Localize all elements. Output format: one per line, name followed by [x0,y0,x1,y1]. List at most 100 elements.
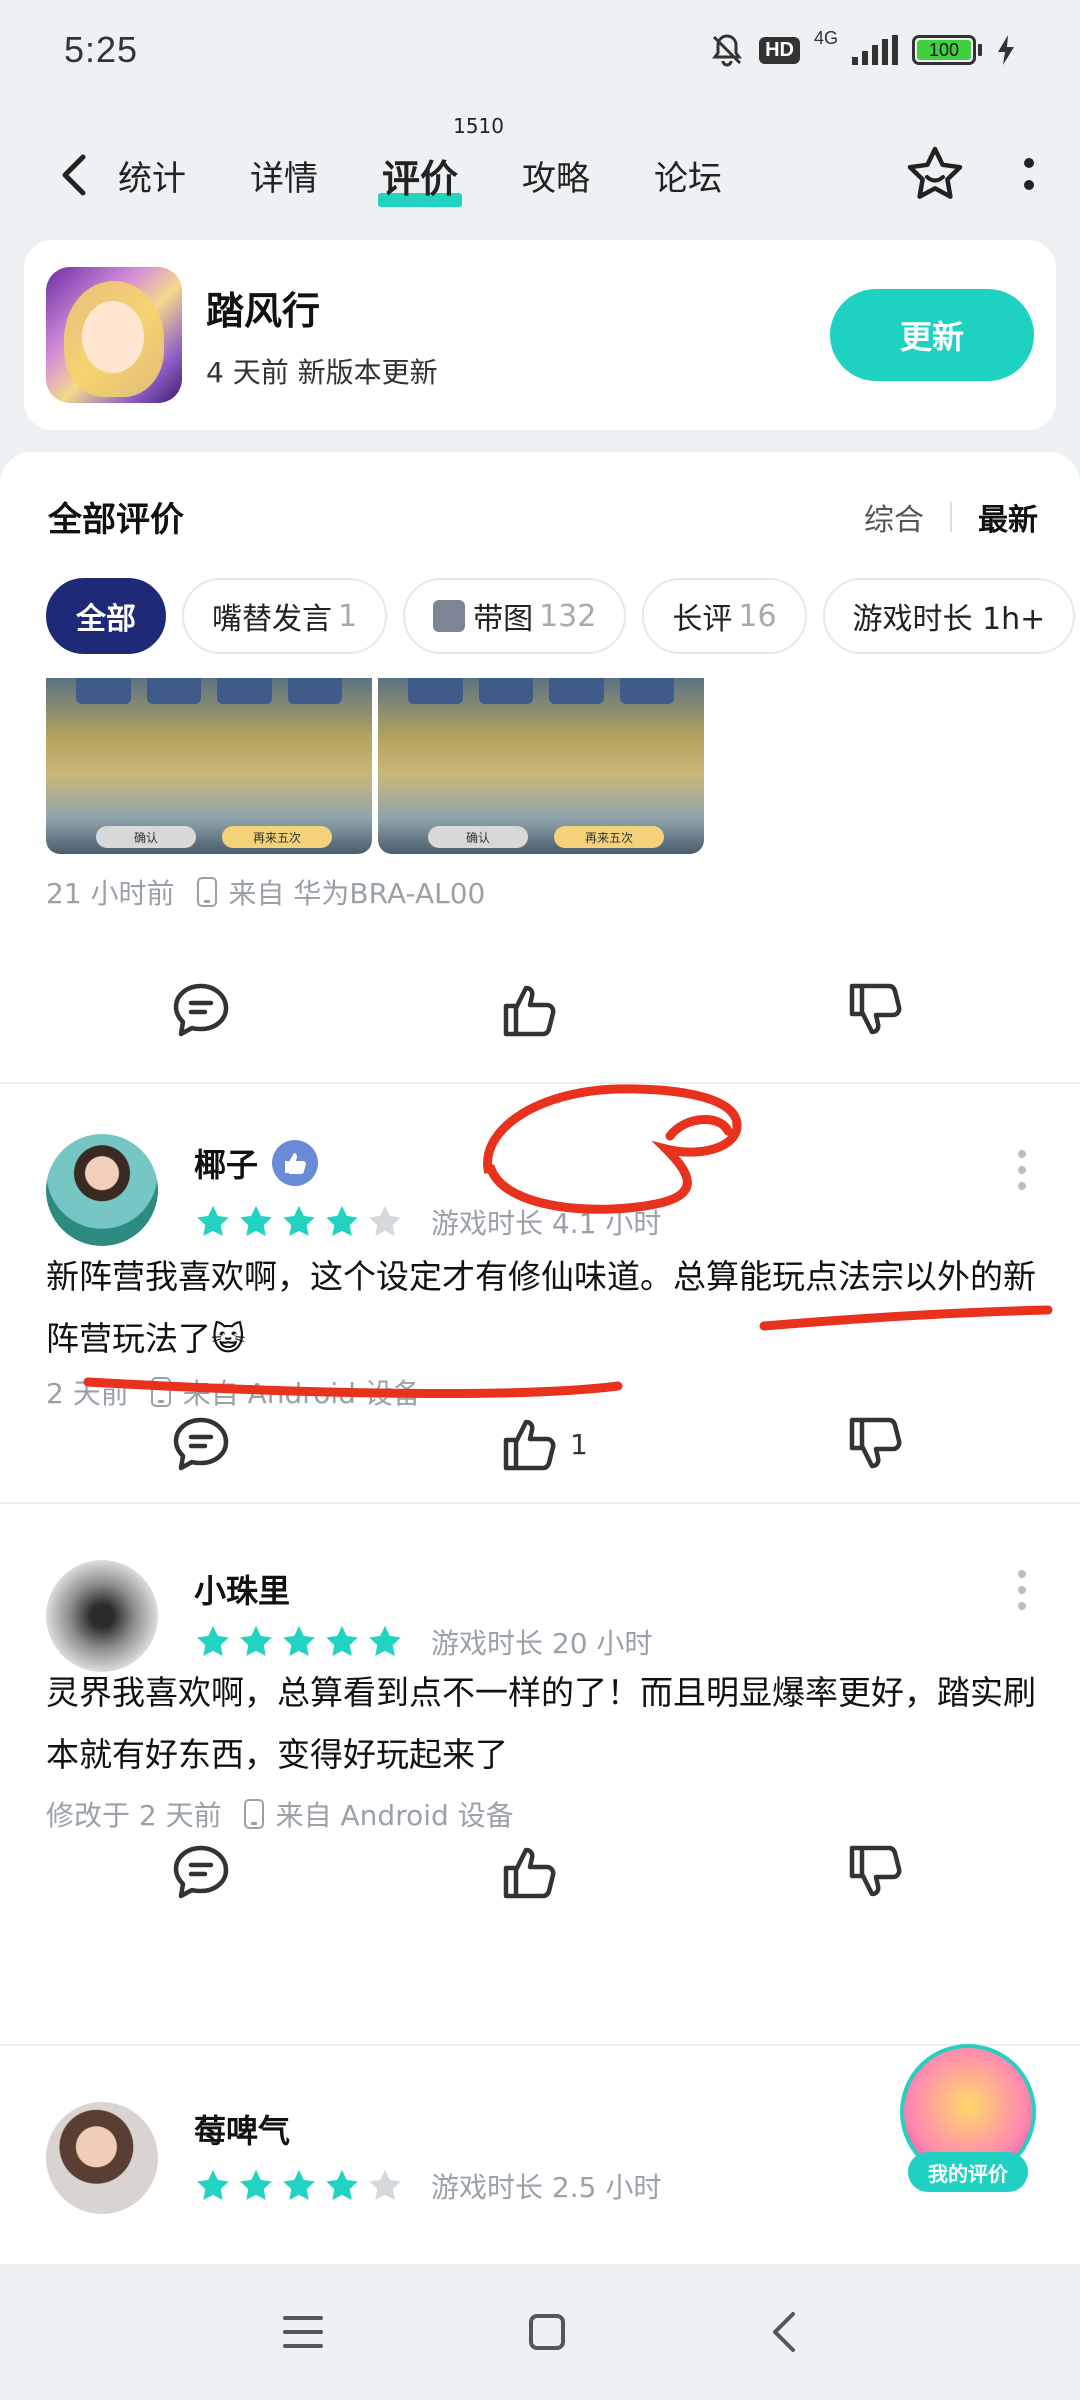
filter-spokesperson[interactable]: 嘴替发言 1 [182,578,388,654]
comment-button[interactable] [170,1415,232,1473]
username[interactable]: 小珠里 [194,1566,290,1612]
list-header: 全部评价 综合 最新 [48,492,1038,541]
app-icon [46,267,182,403]
tab-bar: 统计 详情 评价 1510 攻略 论坛 [118,114,786,207]
sort-option-latest[interactable]: 最新 [978,495,1038,539]
image-icon [433,600,466,632]
like-button[interactable]: 1 [500,1414,588,1474]
review-image[interactable]: 确认 再来五次 [378,678,704,854]
like-count: 1 [570,1427,588,1461]
like-button[interactable] [500,1842,560,1902]
thumbs-down-icon [849,1417,902,1469]
filter-long-review[interactable]: 长评 16 [642,578,807,654]
battery-icon: 100 [912,35,982,65]
username[interactable]: 莓啤气 [194,2106,290,2152]
review-actions [0,960,1080,1060]
comment-button[interactable] [170,981,232,1039]
my-review-label: 我的评价 [908,2152,1028,2192]
back-button[interactable] [44,145,104,205]
app-card[interactable]: 踏风行 4 天前 新版本更新 更新 [24,240,1056,430]
app-name: 踏风行 [206,288,321,333]
thumbs-down-icon [849,1845,902,1897]
like-button[interactable] [500,980,560,1040]
tab-stats[interactable]: 统计 [118,151,186,200]
star-filled-icon [197,1625,229,1657]
status-icons: HD 4G 100 [709,28,1016,68]
back-triangle-icon[interactable] [769,2310,799,2354]
favorite-star-icon[interactable] [904,144,966,206]
star-filled-icon [240,1205,272,1237]
star-filled-icon [326,1205,358,1237]
username[interactable]: 椰子 [194,1140,319,1186]
list-title: 全部评价 [48,500,184,540]
star-filled-icon [197,2169,229,2201]
avatar[interactable] [46,1134,158,1246]
star-filled-icon [326,1625,358,1657]
top-nav: 统计 详情 评价 1510 攻略 论坛 [0,114,1080,230]
comment-icon [173,983,229,1037]
star-empty-icon [369,1205,401,1237]
more-options-icon[interactable] [1018,1570,1028,1610]
review-image-row: 确认 再来五次 确认 再来五次 [46,678,704,854]
update-button[interactable]: 更新 [830,289,1034,381]
filter-chips: 全部 嘴替发言 1 带图 132 长评 16 游戏时长 1h+ [46,578,1076,654]
mute-bell-icon [712,34,743,67]
charging-icon [998,35,1014,65]
star-filled-icon [326,2169,358,2201]
app-update-info: 4 天前 新版本更新 [206,355,438,389]
comment-icon [173,1417,229,1471]
star-filled-icon [369,1625,401,1657]
dislike-button[interactable] [846,1414,906,1474]
review-actions [0,1822,1080,1922]
more-vertical-icon[interactable] [1022,155,1036,195]
filter-playtime[interactable]: 游戏时长 1h+ [822,578,1076,654]
review-device: 来自 华为BRA-AL00 [228,877,486,910]
status-bar: 5:25 HD 4G 100 [0,0,1080,100]
more-options-icon[interactable] [1018,1150,1028,1190]
star-filled-icon [283,1625,315,1657]
star-filled-icon [197,1205,229,1237]
home-square-icon[interactable] [527,2312,567,2352]
menu-icon[interactable] [281,2312,325,2352]
rating-stars: 游戏时长 20 小时 [194,1622,652,1662]
review-time: 21 小时前 [46,877,175,910]
avatar[interactable] [46,2102,158,2214]
reviews-count-badge: 1510 [453,113,505,138]
rating-stars: 游戏时长 2.5 小时 [194,2166,661,2206]
comment-button[interactable] [170,1843,232,1901]
my-review-button[interactable]: 我的评价 [900,2044,1036,2194]
battery-level: 100 [917,40,971,60]
star-filled-icon [283,2169,315,2201]
dislike-button[interactable] [846,1842,906,1902]
thumbs-up-icon [503,985,556,1037]
tab-details[interactable]: 详情 [250,151,318,200]
review-text: 灵界我喜欢啊，总算看到点不一样的了！而且明显爆率更好，踏实刷本就有好东西，变得好… [46,1673,1036,1774]
sort-toggle: 综合 最新 [864,495,1038,539]
hd-badge: HD [759,36,800,64]
comment-icon [173,1845,229,1899]
review-meta: 21 小时前 来自 华为BRA-AL00 [46,872,485,912]
status-time: 5:25 [64,29,139,70]
network-label: 4G [813,28,838,48]
star-filled-icon [240,2169,272,2201]
back-arrow-icon [62,154,86,196]
avatar[interactable] [46,1560,158,1672]
red-circle-annotation [483,1084,742,1214]
thumbs-up-icon [503,1419,556,1471]
filter-with-images[interactable]: 带图 132 [403,578,627,654]
phone-icon [196,877,217,907]
review-item: 小珠里 游戏时长 20 小时 灵界我喜欢啊，总算看到点不一样的了！而且明显爆率更… [0,1504,1080,1924]
system-nav-bar [0,2264,1080,2400]
review-image[interactable]: 确认 再来五次 [46,678,372,854]
dislike-button[interactable] [846,980,906,1040]
tab-reviews[interactable]: 评价 1510 [377,114,504,207]
tab-forum[interactable]: 论坛 [654,151,722,200]
tab-guides[interactable]: 攻略 [522,151,590,200]
red-underline-annotation [83,1305,1053,1399]
filter-all[interactable]: 全部 [46,578,166,654]
verified-thumb-icon [272,1140,319,1186]
star-empty-icon [369,2169,401,2201]
sort-option-overall[interactable]: 综合 [864,495,924,539]
signal-icon [852,35,898,65]
star-filled-icon [283,1205,315,1237]
